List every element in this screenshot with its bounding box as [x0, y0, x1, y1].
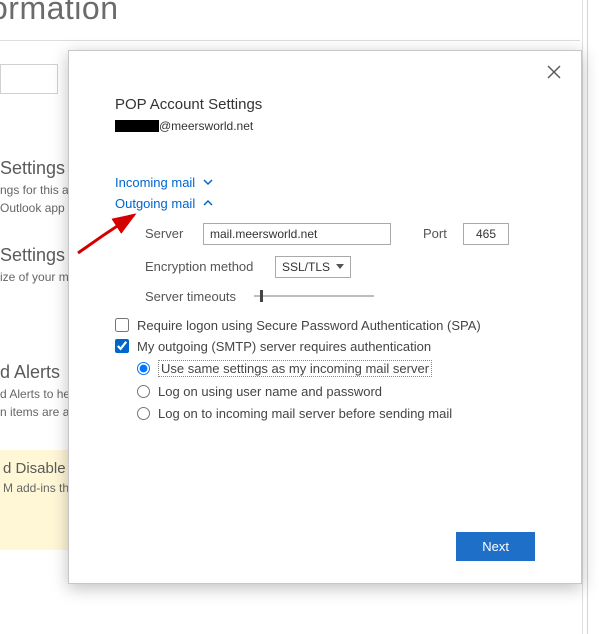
caret-down-icon [336, 264, 344, 269]
bg-link[interactable]: Outlook app w [0, 201, 77, 215]
pop-account-settings-dialog: POP Account Settings @meersworld.net Inc… [68, 50, 582, 584]
redacted-username [115, 120, 159, 132]
port-input[interactable] [463, 223, 509, 245]
radio-same-settings[interactable] [137, 362, 150, 375]
divider [582, 0, 583, 634]
bg-text: M add-ins tha [3, 481, 65, 495]
bg-heading: d Disable [3, 460, 65, 477]
spa-checkbox[interactable] [115, 318, 129, 332]
server-input[interactable] [203, 223, 391, 245]
incoming-mail-label: Incoming mail [115, 175, 195, 190]
close-button[interactable] [547, 65, 563, 81]
bg-heading: Settings [0, 158, 77, 179]
bg-text: n items are ad [0, 405, 76, 419]
encryption-select[interactable]: SSL/TLS [275, 256, 351, 278]
slider-thumb[interactable] [260, 290, 263, 302]
chevron-down-icon [203, 177, 213, 187]
spa-label: Require logon using Secure Password Auth… [137, 318, 481, 333]
bg-section-account-settings: Settings ngs for this ac Outlook app w [0, 158, 77, 215]
bg-section-rules-alerts: d Alerts d Alerts to he n items are ad [0, 362, 76, 419]
bg-section-mailbox-settings: Settings ize of your m [0, 245, 69, 284]
bg-text: ize of your m [0, 270, 69, 284]
encryption-value: SSL/TLS [282, 260, 330, 274]
radio-user-pass-row[interactable]: Log on using user name and password [137, 384, 535, 399]
bg-text: d Alerts to he [0, 387, 76, 401]
bg-heading: d Alerts [0, 362, 76, 383]
email-domain: @meersworld.net [159, 119, 253, 133]
smtp-auth-checkbox-row[interactable]: My outgoing (SMTP) server requires authe… [115, 339, 535, 354]
spa-checkbox-row[interactable]: Require logon using Secure Password Auth… [115, 318, 535, 333]
server-timeouts-slider[interactable] [254, 295, 374, 297]
smtp-auth-label: My outgoing (SMTP) server requires authe… [137, 339, 431, 354]
account-email: @meersworld.net [115, 118, 535, 133]
radio-same-settings-label: Use same settings as my incoming mail se… [158, 360, 432, 377]
radio-incoming-before[interactable] [137, 407, 150, 420]
radio-incoming-before-label: Log on to incoming mail server before se… [158, 406, 452, 421]
smtp-auth-checkbox[interactable] [115, 339, 129, 353]
server-timeouts-label: Server timeouts [145, 289, 236, 304]
chevron-up-icon [203, 198, 213, 208]
page-title: ormation [0, 0, 119, 27]
close-icon [547, 65, 561, 79]
next-button[interactable]: Next [456, 532, 535, 561]
bg-text: ngs for this ac [0, 183, 77, 197]
incoming-mail-section[interactable]: Incoming mail [115, 175, 535, 190]
outgoing-mail-section[interactable]: Outgoing mail [115, 196, 535, 211]
outgoing-mail-label: Outgoing mail [115, 196, 195, 211]
port-label: Port [423, 226, 453, 241]
bg-heading: Settings [0, 245, 69, 266]
server-label: Server [145, 226, 193, 241]
bg-box [0, 64, 58, 94]
radio-same-settings-row[interactable]: Use same settings as my incoming mail se… [137, 360, 535, 377]
divider [0, 40, 580, 41]
divider [587, 0, 588, 634]
radio-user-pass[interactable] [137, 385, 150, 398]
bg-section-addins: d Disable M add-ins tha [0, 450, 68, 550]
dialog-title: POP Account Settings [115, 96, 535, 113]
radio-incoming-before-row[interactable]: Log on to incoming mail server before se… [137, 406, 535, 421]
radio-user-pass-label: Log on using user name and password [158, 384, 382, 399]
encryption-label: Encryption method [145, 259, 265, 274]
